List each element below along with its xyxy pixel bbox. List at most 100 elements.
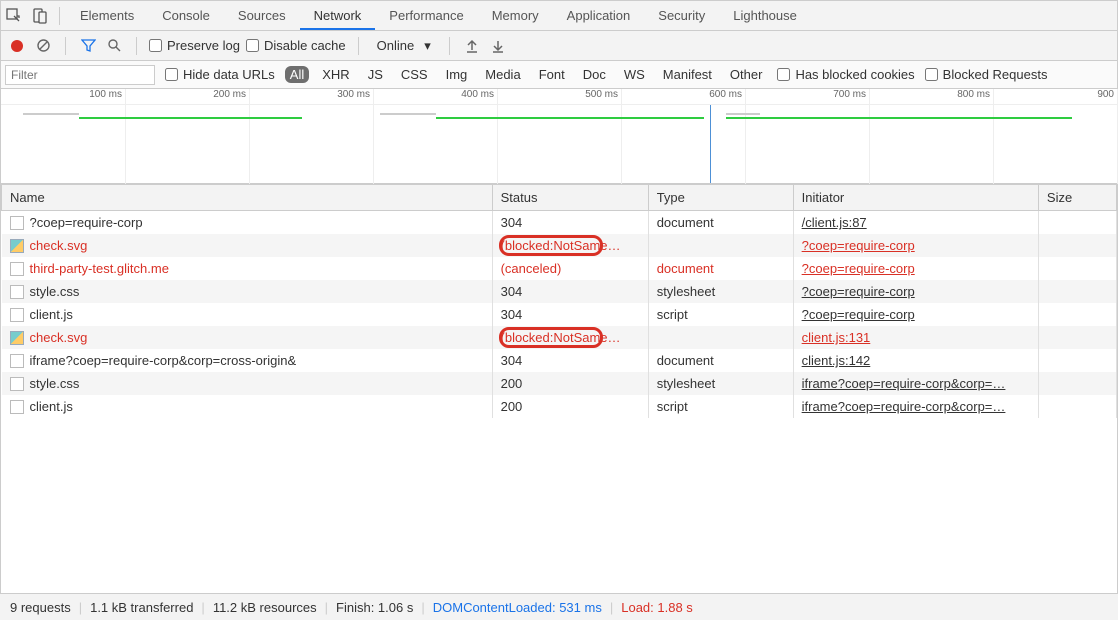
type-filter-ws[interactable]: WS	[619, 66, 650, 83]
tab-elements[interactable]: Elements	[66, 2, 148, 30]
request-type: stylesheet	[648, 280, 793, 303]
request-initiator[interactable]: iframe?coep=require-corp&corp=…	[802, 399, 1006, 414]
request-name: iframe?coep=require-corp&corp=cross-orig…	[30, 353, 297, 368]
network-toolbar: Preserve log Disable cache Online ▾	[1, 31, 1117, 61]
devtools-topbar: ElementsConsoleSourcesNetworkPerformance…	[1, 1, 1117, 31]
type-filter-xhr[interactable]: XHR	[317, 66, 354, 83]
tab-sources[interactable]: Sources	[224, 2, 300, 30]
type-filter-all[interactable]: All	[285, 66, 309, 83]
disable-cache-label: Disable cache	[264, 38, 346, 53]
blocked-requests-label: Blocked Requests	[943, 67, 1048, 82]
separator	[358, 37, 359, 55]
table-row[interactable]: third-party-test.glitch.me(canceled)docu…	[2, 257, 1117, 280]
tab-memory[interactable]: Memory	[478, 2, 553, 30]
timeline-tick: 400 ms	[461, 89, 497, 100]
status-dcl: DOMContentLoaded: 531 ms	[433, 600, 602, 615]
status-load: Load: 1.88 s	[621, 600, 693, 615]
device-toolbar-icon[interactable]	[27, 2, 53, 30]
blocked-requests-checkbox[interactable]: Blocked Requests	[925, 67, 1048, 82]
upload-har-icon[interactable]	[462, 36, 482, 56]
table-row[interactable]: iframe?coep=require-corp&corp=cross-orig…	[2, 349, 1117, 372]
separator	[65, 37, 66, 55]
preserve-log-checkbox[interactable]: Preserve log	[149, 38, 240, 53]
request-size	[1038, 372, 1116, 395]
separator	[449, 37, 450, 55]
document-file-icon	[10, 377, 24, 391]
table-row[interactable]: check.svg(blocked:NotSame…?coep=require-…	[2, 234, 1117, 257]
request-size	[1038, 303, 1116, 326]
inspect-element-icon[interactable]	[1, 2, 27, 30]
download-har-icon[interactable]	[488, 36, 508, 56]
tab-performance[interactable]: Performance	[375, 2, 477, 30]
request-initiator[interactable]: iframe?coep=require-corp&corp=…	[802, 376, 1006, 391]
tab-security[interactable]: Security	[644, 2, 719, 30]
column-name[interactable]: Name	[2, 185, 493, 211]
status-finish: Finish: 1.06 s	[336, 600, 413, 615]
filter-icon[interactable]	[78, 36, 98, 56]
column-type[interactable]: Type	[648, 185, 793, 211]
request-name: client.js	[30, 399, 73, 414]
request-initiator[interactable]: ?coep=require-corp	[802, 284, 915, 299]
type-filter-js[interactable]: JS	[363, 66, 388, 83]
type-filter-img[interactable]: Img	[441, 66, 473, 83]
tab-console[interactable]: Console	[148, 2, 224, 30]
filter-bar: Hide data URLs All XHR JS CSS Img Media Font Do…	[1, 61, 1117, 89]
status-bar: 9 requests| 1.1 kB transferred| 11.2 kB …	[0, 593, 1118, 620]
request-initiator[interactable]: ?coep=require-corp	[802, 261, 915, 276]
table-row[interactable]: style.css200stylesheetiframe?coep=requir…	[2, 372, 1117, 395]
column-initiator[interactable]: Initiator	[793, 185, 1038, 211]
type-filter-font[interactable]: Font	[534, 66, 570, 83]
table-row[interactable]: ?coep=require-corp304document/client.js:…	[2, 211, 1117, 235]
request-initiator[interactable]: /client.js:87	[802, 215, 867, 230]
type-filter-other[interactable]: Other	[725, 66, 768, 83]
request-initiator[interactable]: client.js:142	[802, 353, 871, 368]
request-type: script	[648, 395, 793, 418]
search-icon[interactable]	[104, 36, 124, 56]
table-row[interactable]: style.css 304 stylesheet ?coep=require-corp	[2, 280, 1117, 303]
request-size	[1038, 349, 1116, 372]
type-filter-doc[interactable]: Doc	[578, 66, 611, 83]
table-row[interactable]: client.js304script?coep=require-corp	[2, 303, 1117, 326]
timeline-tick: 500 ms	[585, 89, 621, 100]
tab-network[interactable]: Network	[300, 2, 376, 30]
throttling-select[interactable]: Online ▾	[371, 38, 437, 54]
table-row[interactable]: check.svg(blocked:NotSame…client.js:131	[2, 326, 1117, 349]
request-name: check.svg	[30, 238, 88, 253]
record-button[interactable]	[7, 36, 27, 56]
hide-data-urls-checkbox[interactable]: Hide data URLs	[165, 67, 275, 82]
separator	[59, 7, 60, 25]
disable-cache-checkbox[interactable]: Disable cache	[246, 38, 346, 53]
column-size[interactable]: Size	[1038, 185, 1116, 211]
type-filter-manifest[interactable]: Manifest	[658, 66, 717, 83]
document-file-icon	[10, 400, 24, 414]
image-file-icon	[10, 331, 24, 345]
request-initiator[interactable]: ?coep=require-corp	[802, 307, 915, 322]
type-filter-media[interactable]: Media	[480, 66, 525, 83]
timeline-tick: 300 ms	[337, 89, 373, 100]
request-name: ?coep=require-corp	[30, 215, 143, 230]
request-type: stylesheet	[648, 372, 793, 395]
waterfall-overview[interactable]: 100 ms200 ms300 ms400 ms500 ms600 ms700 …	[1, 89, 1117, 184]
tab-lighthouse[interactable]: Lighthouse	[719, 2, 811, 30]
request-type	[648, 234, 793, 257]
request-status: 200	[501, 399, 523, 414]
request-size	[1038, 257, 1116, 280]
request-status: 304	[501, 284, 523, 299]
request-initiator[interactable]: client.js:131	[802, 330, 871, 345]
type-filter-css[interactable]: CSS	[396, 66, 433, 83]
status-requests: 9 requests	[10, 600, 71, 615]
request-name: client.js	[30, 307, 73, 322]
has-blocked-cookies-checkbox[interactable]: Has blocked cookies	[777, 67, 914, 82]
tab-application[interactable]: Application	[553, 2, 645, 30]
clear-icon[interactable]	[33, 36, 53, 56]
main-tabs: ElementsConsoleSourcesNetworkPerformance…	[66, 2, 811, 30]
request-status: (blocked:NotSame…	[501, 330, 621, 345]
filter-input[interactable]	[5, 65, 155, 85]
timeline-tick: 100 ms	[89, 89, 125, 100]
column-status[interactable]: Status	[492, 185, 648, 211]
request-size	[1038, 326, 1116, 349]
table-row[interactable]: client.js 200 script iframe?coep=require-co…	[2, 395, 1117, 418]
request-name: style.css	[30, 284, 80, 299]
request-type: document	[648, 211, 793, 235]
request-initiator[interactable]: ?coep=require-corp	[802, 238, 915, 253]
